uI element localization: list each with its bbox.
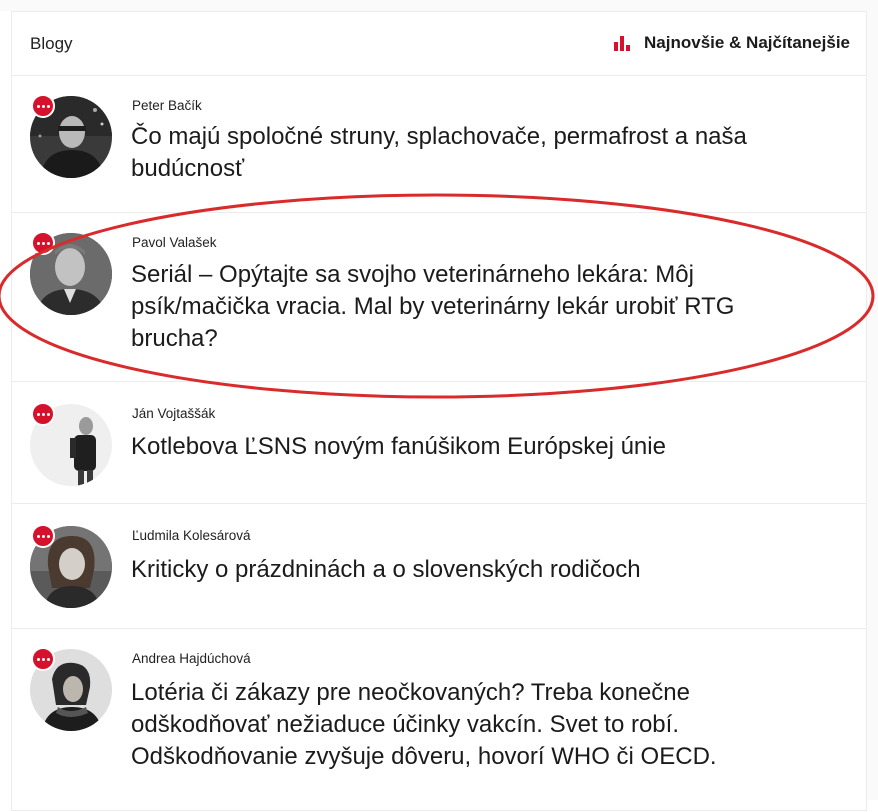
section-title: Blogy [30, 34, 73, 53]
post-author[interactable]: Ján Vojtaššák [132, 406, 215, 421]
page-top-margin [0, 0, 878, 11]
blogs-header: Blogy Najnovšie & Najčítanejšie [12, 12, 866, 76]
more-options-icon[interactable] [31, 524, 55, 548]
blog-post-item[interactable]: Peter Bačík Čo majú spoločné struny, spl… [12, 76, 866, 213]
post-title[interactable]: Kotlebova ĽSNS novým fanúšikom Európskej… [131, 431, 821, 463]
blogs-panel: Blogy Najnovšie & Najčítanejšie Peter Ba… [11, 11, 867, 811]
blog-post-item[interactable]: Ján Vojtaššák Kotlebova ĽSNS novým fanúš… [12, 382, 866, 504]
blog-post-item[interactable]: Ľudmila Kolesárová Kriticky o prázdninác… [12, 504, 866, 629]
post-title[interactable]: Čo majú spoločné struny, splachovače, pe… [131, 121, 821, 185]
more-options-icon[interactable] [31, 647, 55, 671]
more-options-icon[interactable] [31, 402, 55, 426]
post-title[interactable]: Seriál – Opýtajte sa svojho veterinárneh… [131, 259, 821, 355]
bar-chart-icon [614, 35, 631, 51]
post-author[interactable]: Ľudmila Kolesárová [132, 528, 251, 543]
post-author[interactable]: Peter Bačík [132, 98, 202, 113]
blog-post-item[interactable]: Pavol Valašek Seriál – Opýtajte sa svojh… [12, 213, 866, 382]
latest-popular-link[interactable]: Najnovšie & Najčítanejšie [614, 33, 850, 53]
more-options-icon[interactable] [31, 231, 55, 255]
post-author[interactable]: Pavol Valašek [132, 235, 217, 250]
page-right-margin [867, 0, 878, 800]
latest-popular-label[interactable]: Najnovšie & Najčítanejšie [644, 33, 850, 53]
post-title[interactable]: Lotéria či zákazy pre neočkovaných? Treb… [131, 677, 821, 773]
post-title[interactable]: Kriticky o prázdninách a o slovenských r… [131, 554, 821, 586]
post-author[interactable]: Andrea Hajdúchová [132, 651, 251, 666]
blog-post-item[interactable]: Andrea Hajdúchová Lotéria či zákazy pre … [12, 629, 866, 812]
more-options-icon[interactable] [31, 94, 55, 118]
